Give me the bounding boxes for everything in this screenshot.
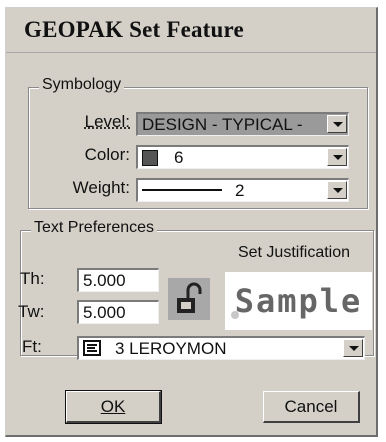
lock-button[interactable] [168,278,210,320]
ft-label: Ft: [22,337,42,356]
tw-input[interactable]: 5.000 [77,300,159,324]
set-feature-dialog: GEOPAK Set Feature Symbology Level: DESI… [5,7,378,437]
text-preferences-legend: Text Preferences [31,219,158,237]
th-input[interactable]: 5.000 [77,268,159,292]
dialog-title: GEOPAK Set Feature [24,17,244,42]
chevron-down-icon[interactable] [327,115,347,133]
level-label: Level: [84,112,130,131]
th-label: Th: [20,269,45,288]
font-value: 3 LEROYMON [115,339,227,358]
weight-value: 2 [235,181,245,200]
lock-icon [177,282,202,313]
cancel-button[interactable]: Cancel [263,391,360,423]
justification-point-icon[interactable] [231,311,239,319]
symbology-legend: Symbology [39,76,125,94]
level-select[interactable]: DESIGN - TYPICAL - [136,112,349,136]
title-bar: GEOPAK Set Feature [6,8,376,53]
line-weight-icon [142,189,222,191]
tw-value: 5.000 [83,303,126,322]
ok-button[interactable]: OK [65,390,162,424]
chevron-down-icon[interactable] [327,181,347,199]
weight-select[interactable]: 2 [136,178,349,202]
weight-label: Weight: [72,178,130,197]
tw-label: Tw: [18,302,45,321]
level-value: DESIGN - TYPICAL - [142,115,303,134]
color-label: Color: [84,145,130,164]
color-select[interactable]: 6 [136,145,349,169]
ok-label: OK [100,397,126,416]
color-swatch-icon [142,150,158,166]
justification-sample[interactable]: Sample [225,272,372,330]
chevron-down-icon[interactable] [343,339,363,357]
cancel-label: Cancel [284,397,338,416]
chevron-down-icon[interactable] [327,148,347,166]
set-justification-label: Set Justification [237,244,351,261]
color-value: 6 [174,148,184,167]
font-select[interactable]: 3 LEROYMON [77,336,365,360]
th-value: 5.000 [83,271,126,290]
font-icon [83,340,101,356]
